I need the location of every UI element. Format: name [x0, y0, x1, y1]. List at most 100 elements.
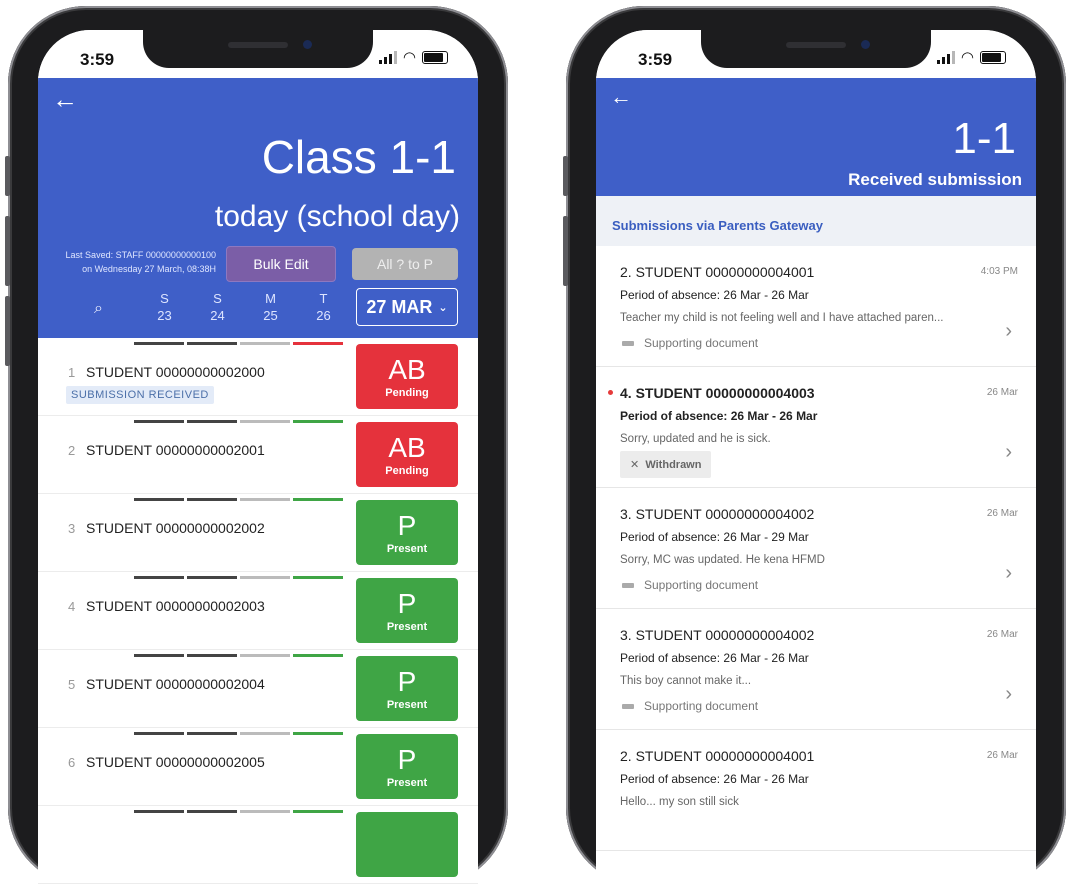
submission-time: 26 Mar [986, 387, 1018, 398]
submission-student: 2. STUDENT 00000000004001 [620, 264, 815, 280]
submission-student: 3. STUDENT 00000000004002 [620, 506, 815, 522]
attendance-status-button[interactable]: P Present [356, 500, 458, 565]
wifi-icon: ◠ [960, 49, 974, 66]
date-picker[interactable]: 27 MAR ⌄ [356, 288, 458, 326]
right-screen: 3:59 ◠ ← 1-1 Received submission Submiss… [596, 30, 1036, 886]
submission-item[interactable]: 2. STUDENT 00000000004001 4:03 PM Period… [596, 246, 1036, 367]
submission-item[interactable]: 2. STUDENT 00000000004001 26 Mar Period … [596, 730, 1036, 851]
withdrawn-badge: ✕ Withdrawn [620, 451, 712, 478]
section-label: Submissions via Parents Gateway [612, 218, 823, 233]
day-item[interactable]: S 24 [191, 290, 244, 324]
student-row[interactable]: 5 STUDENT 00000000002004 P Present [38, 650, 478, 728]
class-header: ← Class 1-1 today (school day) Last Save… [38, 78, 478, 338]
attendance-status-button[interactable]: P Present [356, 734, 458, 799]
submission-message: Hello... my son still sick [620, 796, 739, 808]
chevron-down-icon: ⌄ [438, 301, 448, 314]
submission-time: 26 Mar [986, 750, 1018, 761]
attendance-history [134, 732, 343, 735]
attachment-icon [622, 583, 634, 589]
supporting-document: Supporting document [622, 699, 758, 713]
notch [143, 30, 373, 68]
left-screen: 3:59 ◠ ← Class 1-1 today (school day) La… [38, 30, 478, 886]
volume-up-button [563, 216, 568, 286]
attendance-status-button[interactable]: AB Pending [356, 344, 458, 409]
day-title: today (school day) [214, 200, 460, 233]
student-name: STUDENT 00000000002004 [86, 676, 265, 692]
volume-up-button [5, 216, 10, 286]
student-name: STUDENT 00000000002002 [86, 520, 265, 536]
day-item[interactable]: S 23 [138, 290, 191, 324]
close-icon: ✕ [630, 459, 640, 471]
student-number: 5 [68, 677, 76, 692]
page-subtitle: Received submission [848, 170, 1022, 189]
submission-message: Teacher my child is not feeling well and… [620, 312, 944, 324]
battery-icon [422, 51, 448, 64]
absence-period: Period of absence: 26 Mar - 26 Mar [620, 409, 818, 423]
attendance-history [134, 654, 343, 657]
mute-switch [5, 156, 10, 196]
submission-item[interactable]: 3. STUDENT 00000000004002 26 Mar Period … [596, 488, 1036, 609]
submission-student: 4. STUDENT 00000000004003 [620, 385, 815, 401]
class-title: Class 1-1 [261, 131, 456, 183]
last-saved-info: Last Saved: STAFF 00000000000100 on Wedn… [40, 248, 216, 276]
attendance-status-button[interactable]: P Present [356, 578, 458, 643]
class-title: 1-1 [952, 114, 1016, 163]
battery-icon [980, 51, 1006, 64]
submission-list: 2. STUDENT 00000000004001 4:03 PM Period… [596, 246, 1036, 851]
day-item[interactable]: T 26 [297, 290, 350, 324]
attachment-icon [622, 704, 634, 710]
all-to-present-button[interactable]: All ? to P [352, 248, 458, 280]
date-label: 27 MAR [366, 296, 433, 317]
attendance-status-button[interactable] [356, 812, 458, 877]
absence-period: Period of absence: 26 Mar - 26 Mar [620, 772, 809, 786]
back-arrow-icon[interactable]: ← [52, 84, 78, 115]
attendance-history [134, 810, 343, 813]
unread-dot-icon [608, 390, 613, 395]
attendance-status-button[interactable]: AB Pending [356, 422, 458, 487]
submission-message: Sorry, updated and he is sick. [620, 433, 771, 445]
submission-time: 4:03 PM [980, 266, 1018, 277]
student-row[interactable]: 6 STUDENT 00000000002005 P Present [38, 728, 478, 806]
submission-time: 26 Mar [986, 629, 1018, 640]
submission-header: ← 1-1 Received submission [596, 78, 1036, 196]
chevron-right-icon: › [1005, 441, 1012, 463]
attachment-icon [622, 341, 634, 347]
left-phone-frame: 3:59 ◠ ← Class 1-1 today (school day) La… [5, 6, 508, 886]
attendance-status-button[interactable]: P Present [356, 656, 458, 721]
submission-message: This boy cannot make it... [620, 675, 752, 687]
attendance-history [134, 576, 343, 579]
student-name: STUDENT 00000000002005 [86, 754, 265, 770]
day-item[interactable]: M 25 [244, 290, 297, 324]
right-phone-frame: 3:59 ◠ ← 1-1 Received submission Submiss… [563, 6, 1066, 886]
search-icon[interactable]: ⌕ [94, 300, 103, 318]
supporting-document: Supporting document [622, 336, 758, 350]
attendance-history [134, 342, 343, 345]
submission-item[interactable]: 3. STUDENT 00000000004002 26 Mar Period … [596, 609, 1036, 730]
absence-period: Period of absence: 26 Mar - 29 Mar [620, 530, 809, 544]
student-name: STUDENT 00000000002003 [86, 598, 265, 614]
submission-student: 2. STUDENT 00000000004001 [620, 748, 815, 764]
student-row[interactable]: 2 STUDENT 00000000002001 AB Pending [38, 416, 478, 494]
chevron-right-icon: › [1005, 683, 1012, 705]
back-arrow-icon[interactable]: ← [610, 84, 632, 110]
last-saved-line: Last Saved: STAFF 00000000000100 [65, 250, 216, 260]
submission-badge: SUBMISSION RECEIVED [66, 386, 214, 404]
student-row[interactable]: 3 STUDENT 00000000002002 P Present [38, 494, 478, 572]
supporting-document: Supporting document [622, 578, 758, 592]
status-time: 3:59 [80, 50, 115, 69]
attendance-history [134, 498, 343, 501]
chevron-right-icon: › [1005, 320, 1012, 342]
student-number: 2 [68, 443, 76, 458]
chevron-right-icon: › [1005, 562, 1012, 584]
student-row[interactable] [38, 806, 478, 884]
submission-item[interactable]: 4. STUDENT 00000000004003 26 Mar Period … [596, 367, 1036, 488]
student-name: STUDENT 00000000002001 [86, 442, 265, 458]
last-saved-time: on Wednesday 27 March, 08:38H [82, 264, 216, 274]
submission-student: 3. STUDENT 00000000004002 [620, 627, 815, 643]
notch [701, 30, 931, 68]
student-row[interactable]: 4 STUDENT 00000000002003 P Present [38, 572, 478, 650]
bulk-edit-button[interactable]: Bulk Edit [226, 246, 336, 282]
student-number: 4 [68, 599, 76, 614]
student-row[interactable]: 1 STUDENT 00000000002000 SUBMISSION RECE… [38, 338, 478, 416]
student-list: 1 STUDENT 00000000002000 SUBMISSION RECE… [38, 338, 478, 884]
